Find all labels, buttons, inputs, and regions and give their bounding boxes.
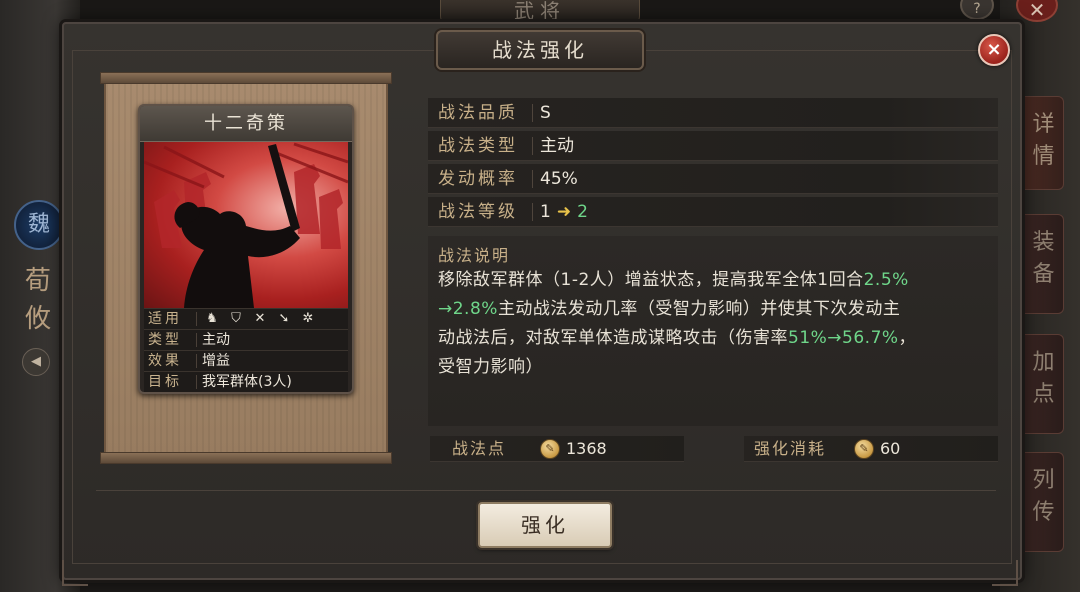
dialog-title: 战法强化	[436, 30, 644, 70]
cavalry-icon: ♞	[206, 311, 218, 326]
general-name: 荀攸	[24, 266, 51, 334]
info-row-type: 战法类型 主动	[428, 131, 998, 161]
attr-label: 目标	[148, 374, 182, 390]
next-level: 2	[577, 202, 588, 222]
info-row-quality: 战法品质 S	[428, 98, 998, 128]
description-title: 战法说明	[438, 246, 511, 265]
skill-points-box: 战法点 ✎ 1368	[430, 436, 684, 462]
divider	[196, 312, 197, 326]
attr-label: 效果	[148, 353, 182, 369]
divider	[196, 354, 197, 368]
attr-value: 主动	[202, 332, 230, 348]
divider	[532, 104, 533, 122]
attr-value: 我军群体(3人)	[202, 374, 292, 390]
skill-point-coin-icon: ✎	[540, 439, 560, 459]
skill-points-value: 1368	[566, 439, 607, 458]
description-segment: 主动战法发动几率（受智力影响）并使其下次发动主	[497, 299, 901, 319]
corner-ornament	[62, 560, 88, 586]
current-level: 1	[540, 202, 551, 222]
upgrade-cost-value: 60	[880, 439, 901, 458]
attr-row-target: 目标 我军群体(3人)	[144, 371, 348, 392]
attr-row-type: 类型 主动	[144, 329, 348, 350]
description-segment: 动战法后，对敌军单体造成谋略攻击（伤害率	[438, 328, 788, 348]
skill-point-coin-icon: ✎	[854, 439, 874, 459]
scroll-rod	[100, 452, 392, 464]
chariot-icon: ✲	[302, 311, 314, 326]
description-segment: 移除敌军群体（1-2人）增益状态，提高我军全体1回合	[438, 270, 864, 290]
close-button[interactable]: ×	[978, 34, 1010, 66]
upgrade-cost-box: 强化消耗 ✎ 60	[744, 436, 998, 462]
divider	[532, 203, 533, 221]
divider	[96, 490, 996, 491]
description-highlight: →2.8%	[438, 299, 498, 319]
attr-row-effect: 效果 增益	[144, 350, 348, 371]
skill-artwork	[144, 142, 348, 308]
description-segment: 受智力影响）	[438, 357, 543, 377]
scroll-rod	[100, 72, 392, 84]
corner-ornament	[992, 560, 1018, 586]
side-tab-attribute-points[interactable]: 加点	[1024, 334, 1064, 434]
skill-type: 主动	[540, 136, 574, 156]
warrior-silhouette-image	[144, 142, 348, 308]
description-text: 移除敌军群体（1-2人）增益状态，提高我军全体1回合2.5% →2.8%主动战法…	[438, 266, 990, 382]
side-tab-details[interactable]: 详情	[1024, 96, 1064, 190]
skill-level: 1 ➜ 2	[540, 197, 588, 227]
side-tab-biography[interactable]: 列传	[1024, 452, 1064, 552]
skill-attributes: 适用 ♞ ⛉ ✕ ➘ ✲ 类型 主动 效果 增益 目标 我军群体(3人)	[144, 308, 348, 392]
description-highlight: 2.5%	[863, 270, 909, 290]
upgrade-cost-label: 强化消耗	[754, 439, 827, 458]
spear-icon: ➘	[278, 311, 290, 326]
info-label: 战法等级	[438, 202, 518, 222]
skill-quality: S	[540, 103, 551, 123]
trigger-rate: 45%	[540, 169, 578, 189]
attr-row-suitable: 适用 ♞ ⛉ ✕ ➘ ✲	[144, 308, 348, 329]
divider	[196, 333, 197, 347]
description-segment: ，	[898, 328, 917, 348]
skill-description: 战法说明 移除敌军群体（1-2人）增益状态，提高我军全体1回合2.5% →2.8…	[428, 236, 998, 426]
skill-card: 十二奇策 适用 ♞ ⛉ ✕ ➘ ✲ 类型 主动 效果 增益 目标 我军群体(3人…	[138, 104, 354, 394]
faction-emblem: 魏	[14, 200, 64, 250]
attr-label: 类型	[148, 332, 182, 348]
upgrade-button[interactable]: 强化	[478, 502, 612, 548]
info-label: 战法品质	[438, 103, 518, 123]
shield-icon: ⛉	[231, 311, 241, 326]
arrow-right-icon: ➜	[556, 202, 572, 222]
info-label: 战法类型	[438, 136, 518, 156]
bow-icon: ✕	[254, 311, 266, 326]
attr-label: 适用	[148, 311, 182, 327]
info-label: 发动概率	[438, 169, 518, 189]
divider	[532, 170, 533, 188]
info-row-rate: 发动概率 45%	[428, 164, 998, 194]
description-highlight: 51%→56.7%	[788, 328, 899, 348]
divider	[196, 375, 197, 389]
side-tab-equipment[interactable]: 装备	[1024, 214, 1064, 314]
skill-name: 十二奇策	[140, 106, 352, 142]
info-row-level: 战法等级 1 ➜ 2	[428, 197, 998, 227]
attr-value: 增益	[202, 353, 230, 369]
divider	[532, 137, 533, 155]
speaker-icon[interactable]: ◀	[22, 348, 50, 376]
skill-points-label: 战法点	[452, 439, 507, 458]
